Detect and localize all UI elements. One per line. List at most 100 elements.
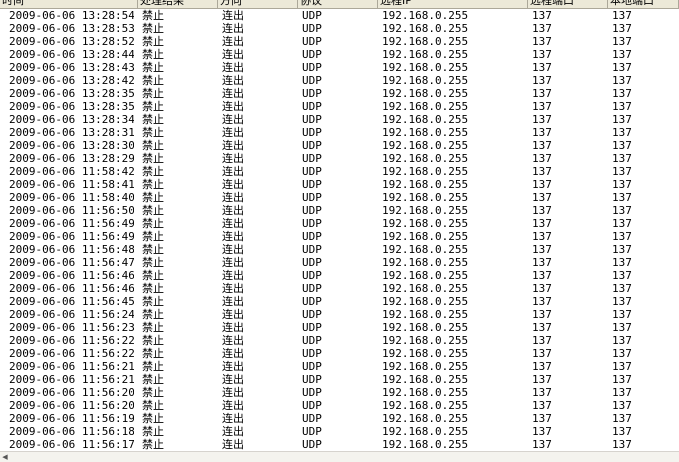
cell-local-port: 137: [612, 373, 632, 386]
table-row[interactable]: 2009-06-06 11:56:18 禁止 连出 UDP 192.168.0.255 1…: [0, 425, 679, 438]
cell-remote-ip: 192.168.0.255: [382, 9, 469, 22]
cell-time: 2009-06-06 11:56:47: [9, 256, 134, 269]
table-row[interactable]: 2009-06-06 11:58:41 禁止 连出 UDP 192.168.0.255 1…: [0, 178, 679, 191]
cell-local-port: 137: [612, 9, 632, 22]
cell-remote-port: 137: [532, 139, 552, 152]
cell-time: 2009-06-06 11:56:48: [9, 243, 134, 256]
cell-remote-ip: 192.168.0.255: [382, 152, 469, 165]
cell-remote-ip: 192.168.0.255: [382, 295, 469, 308]
cell-local-port: 137: [612, 204, 632, 217]
table-row[interactable]: 2009-06-06 11:56:46 禁止 连出 UDP 192.168.0.255 1…: [0, 269, 679, 282]
cell-time: 2009-06-06 11:56:17: [9, 438, 134, 451]
table-row[interactable]: 2009-06-06 13:28:42 禁止 连出 UDP 192.168.0.255 1…: [0, 74, 679, 87]
cell-time: 2009-06-06 13:28:44: [9, 48, 134, 61]
table-row[interactable]: 2009-06-06 13:28:54 禁止 连出 UDP 192.168.0.255 1…: [0, 9, 679, 22]
cell-remote-ip: 192.168.0.255: [382, 178, 469, 191]
table-header: 时间 处理结果 方向 协议 远程IP 远程端口 本地端口: [0, 0, 679, 9]
column-header-direction[interactable]: 方向: [218, 0, 298, 8]
cell-direction: 连出: [222, 74, 244, 87]
column-header-protocol[interactable]: 协议: [298, 0, 378, 8]
firewall-log-window: 时间 处理结果 方向 协议 远程IP 远程端口 本地端口 2009-06-06 …: [0, 0, 679, 462]
cell-direction: 连出: [222, 256, 244, 269]
table-row[interactable]: 2009-06-06 13:28:35 禁止 连出 UDP 192.168.0.255 1…: [0, 100, 679, 113]
table-row[interactable]: 2009-06-06 11:56:21 禁止 连出 UDP 192.168.0.255 1…: [0, 373, 679, 386]
table-row[interactable]: 2009-06-06 11:56:22 禁止 连出 UDP 192.168.0.255 1…: [0, 347, 679, 360]
table-row[interactable]: 2009-06-06 13:28:34 禁止 连出 UDP 192.168.0.255 1…: [0, 113, 679, 126]
cell-local-port: 137: [612, 256, 632, 269]
cell-local-port: 137: [612, 48, 632, 61]
cell-protocol: UDP: [302, 360, 322, 373]
table-row[interactable]: 2009-06-06 11:56:49 禁止 连出 UDP 192.168.0.255 1…: [0, 230, 679, 243]
horizontal-scrollbar[interactable]: ◀: [0, 451, 679, 462]
cell-local-port: 137: [612, 425, 632, 438]
table-row[interactable]: 2009-06-06 13:28:29 禁止 连出 UDP 192.168.0.255 1…: [0, 152, 679, 165]
cell-remote-ip: 192.168.0.255: [382, 191, 469, 204]
cell-direction: 连出: [222, 321, 244, 334]
cell-local-port: 137: [612, 412, 632, 425]
table-row[interactable]: 2009-06-06 13:28:31 禁止 连出 UDP 192.168.0.255 1…: [0, 126, 679, 139]
table-row[interactable]: 2009-06-06 11:56:24 禁止 连出 UDP 192.168.0.255 1…: [0, 308, 679, 321]
table-row[interactable]: 2009-06-06 13:28:53 禁止 连出 UDP 192.168.0.255 1…: [0, 22, 679, 35]
cell-remote-port: 137: [532, 152, 552, 165]
table-row[interactable]: 2009-06-06 11:56:50 禁止 连出 UDP 192.168.0.255 1…: [0, 204, 679, 217]
table-row[interactable]: 2009-06-06 11:56:47 禁止 连出 UDP 192.168.0.255 1…: [0, 256, 679, 269]
cell-remote-ip: 192.168.0.255: [382, 74, 469, 87]
cell-result: 禁止: [142, 412, 164, 425]
cell-remote-ip: 192.168.0.255: [382, 360, 469, 373]
table-row[interactable]: 2009-06-06 13:28:43 禁止 连出 UDP 192.168.0.255 1…: [0, 61, 679, 74]
cell-protocol: UDP: [302, 178, 322, 191]
cell-result: 禁止: [142, 334, 164, 347]
cell-remote-port: 137: [532, 269, 552, 282]
column-header-time[interactable]: 时间: [0, 0, 138, 8]
table-row[interactable]: 2009-06-06 11:58:42 禁止 连出 UDP 192.168.0.255 1…: [0, 165, 679, 178]
table-row[interactable]: 2009-06-06 13:28:44 禁止 连出 UDP 192.168.0.255 1…: [0, 48, 679, 61]
table-row[interactable]: 2009-06-06 11:58:40 禁止 连出 UDP 192.168.0.255 1…: [0, 191, 679, 204]
cell-local-port: 137: [612, 178, 632, 191]
cell-local-port: 137: [612, 113, 632, 126]
table-row[interactable]: 2009-06-06 11:56:21 禁止 连出 UDP 192.168.0.255 1…: [0, 360, 679, 373]
cell-protocol: UDP: [302, 204, 322, 217]
cell-local-port: 137: [612, 35, 632, 48]
cell-protocol: UDP: [302, 217, 322, 230]
table-row[interactable]: 2009-06-06 13:28:35 禁止 连出 UDP 192.168.0.255 1…: [0, 87, 679, 100]
cell-remote-port: 137: [532, 243, 552, 256]
cell-result: 禁止: [142, 321, 164, 334]
column-header-remote-port[interactable]: 远程端口: [528, 0, 608, 8]
cell-local-port: 137: [612, 152, 632, 165]
cell-direction: 连出: [222, 425, 244, 438]
cell-remote-ip: 192.168.0.255: [382, 48, 469, 61]
cell-time: 2009-06-06 11:56:20: [9, 386, 134, 399]
column-header-local-port[interactable]: 本地端口: [608, 0, 679, 8]
cell-protocol: UDP: [302, 412, 322, 425]
table-row[interactable]: 2009-06-06 11:56:49 禁止 连出 UDP 192.168.0.255 1…: [0, 217, 679, 230]
column-header-remote-ip[interactable]: 远程IP: [378, 0, 528, 8]
chevron-left-icon[interactable]: ◀: [1, 453, 9, 461]
table-row[interactable]: 2009-06-06 11:56:48 禁止 连出 UDP 192.168.0.255 1…: [0, 243, 679, 256]
cell-result: 禁止: [142, 204, 164, 217]
table-row[interactable]: 2009-06-06 11:56:45 禁止 连出 UDP 192.168.0.255 1…: [0, 295, 679, 308]
table-row[interactable]: 2009-06-06 11:56:22 禁止 连出 UDP 192.168.0.255 1…: [0, 334, 679, 347]
cell-local-port: 137: [612, 126, 632, 139]
table-row[interactable]: 2009-06-06 11:56:23 禁止 连出 UDP 192.168.0.255 1…: [0, 321, 679, 334]
cell-direction: 连出: [222, 269, 244, 282]
cell-remote-port: 137: [532, 373, 552, 386]
cell-remote-ip: 192.168.0.255: [382, 438, 469, 451]
table-row[interactable]: 2009-06-06 11:56:19 禁止 连出 UDP 192.168.0.255 1…: [0, 412, 679, 425]
cell-local-port: 137: [612, 386, 632, 399]
table-row[interactable]: 2009-06-06 13:28:52 禁止 连出 UDP 192.168.0.255 1…: [0, 35, 679, 48]
table-row[interactable]: 2009-06-06 11:56:46 禁止 连出 UDP 192.168.0.255 1…: [0, 282, 679, 295]
cell-remote-port: 137: [532, 412, 552, 425]
table-row[interactable]: 2009-06-06 11:56:17 禁止 连出 UDP 192.168.0.255 1…: [0, 438, 679, 451]
cell-result: 禁止: [142, 230, 164, 243]
cell-remote-ip: 192.168.0.255: [382, 412, 469, 425]
table-row[interactable]: 2009-06-06 13:28:30 禁止 连出 UDP 192.168.0.255 1…: [0, 139, 679, 152]
cell-protocol: UDP: [302, 334, 322, 347]
table-row[interactable]: 2009-06-06 11:56:20 禁止 连出 UDP 192.168.0.255 1…: [0, 386, 679, 399]
cell-direction: 连出: [222, 282, 244, 295]
cell-result: 禁止: [142, 178, 164, 191]
cell-protocol: UDP: [302, 425, 322, 438]
cell-result: 禁止: [142, 139, 164, 152]
table-row[interactable]: 2009-06-06 11:56:20 禁止 连出 UDP 192.168.0.255 1…: [0, 399, 679, 412]
column-header-result[interactable]: 处理结果: [138, 0, 218, 8]
cell-local-port: 137: [612, 22, 632, 35]
